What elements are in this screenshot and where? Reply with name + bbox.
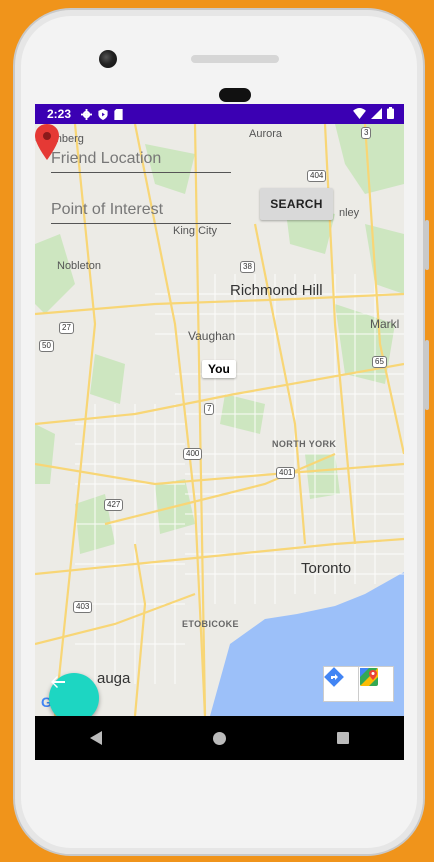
marker-info-window: You [202, 360, 236, 378]
friend-location-input[interactable] [51, 150, 231, 172]
label-king-city: King City [173, 225, 218, 237]
front-camera [99, 50, 117, 68]
earpiece [191, 55, 279, 63]
friend-location-field[interactable] [51, 150, 231, 173]
location-pin-icon[interactable] [35, 124, 59, 160]
signal-icon [371, 107, 382, 119]
highway-shield: 3 [361, 127, 372, 139]
status-time: 2:23 [47, 107, 72, 121]
volume-button [425, 220, 429, 270]
highway-shield: 400 [183, 448, 203, 460]
google-maps-icon [360, 668, 378, 686]
label-aurora: Aurora [249, 128, 283, 140]
back-fab[interactable] [49, 673, 99, 716]
directions-button[interactable] [323, 666, 359, 702]
label-mississauga: auga [97, 670, 131, 687]
wifi-icon [353, 107, 366, 119]
label-markham: Markl [370, 317, 400, 331]
highway-shield: 7 [204, 403, 215, 415]
status-bar: 2:23 [35, 104, 404, 124]
nav-back-icon[interactable] [90, 731, 103, 745]
label-stouffville: nley [339, 207, 360, 219]
label-richmond-hill: Richmond Hill [230, 282, 323, 299]
point-of-interest-input[interactable] [51, 201, 231, 223]
play-protect-icon [98, 108, 108, 120]
point-of-interest-field[interactable] [51, 201, 231, 224]
speaker-slot [219, 88, 251, 102]
system-nav-bar [35, 716, 404, 760]
marker-label: You [208, 362, 230, 376]
sd-card-icon [114, 108, 123, 120]
label-toronto: Toronto [301, 560, 352, 577]
highway-shield: 27 [59, 322, 74, 334]
label-north-york: NORTH YORK [272, 439, 337, 449]
highway-shield: 401 [276, 467, 296, 479]
nav-recents-icon[interactable] [336, 732, 349, 744]
battery-icon [387, 107, 394, 119]
map-view[interactable]: Aurora chomberg King City nley Nobleton … [35, 124, 404, 716]
power-button [425, 340, 429, 410]
highway-shield: 427 [104, 499, 124, 511]
open-in-maps-button[interactable] [358, 666, 394, 702]
label-vaughan: Vaughan [188, 329, 236, 343]
highway-shield: 404 [307, 170, 327, 182]
highway-shield: 65 [372, 356, 387, 368]
arrow-left-icon [51, 676, 65, 688]
phone-screen: 2:23 Aurora chomberg King City nley Nobl… [35, 104, 404, 760]
label-etobicoke: ETOBICOKE [182, 619, 239, 629]
nav-home-icon[interactable] [212, 731, 226, 745]
highway-shield: 403 [73, 601, 93, 613]
gear-icon [81, 108, 93, 120]
highway-shield: 38 [240, 261, 255, 273]
search-button[interactable]: SEARCH [260, 188, 333, 220]
highway-shield: 50 [39, 340, 54, 352]
directions-icon [324, 667, 344, 687]
label-nobleton: Nobleton [57, 260, 102, 272]
